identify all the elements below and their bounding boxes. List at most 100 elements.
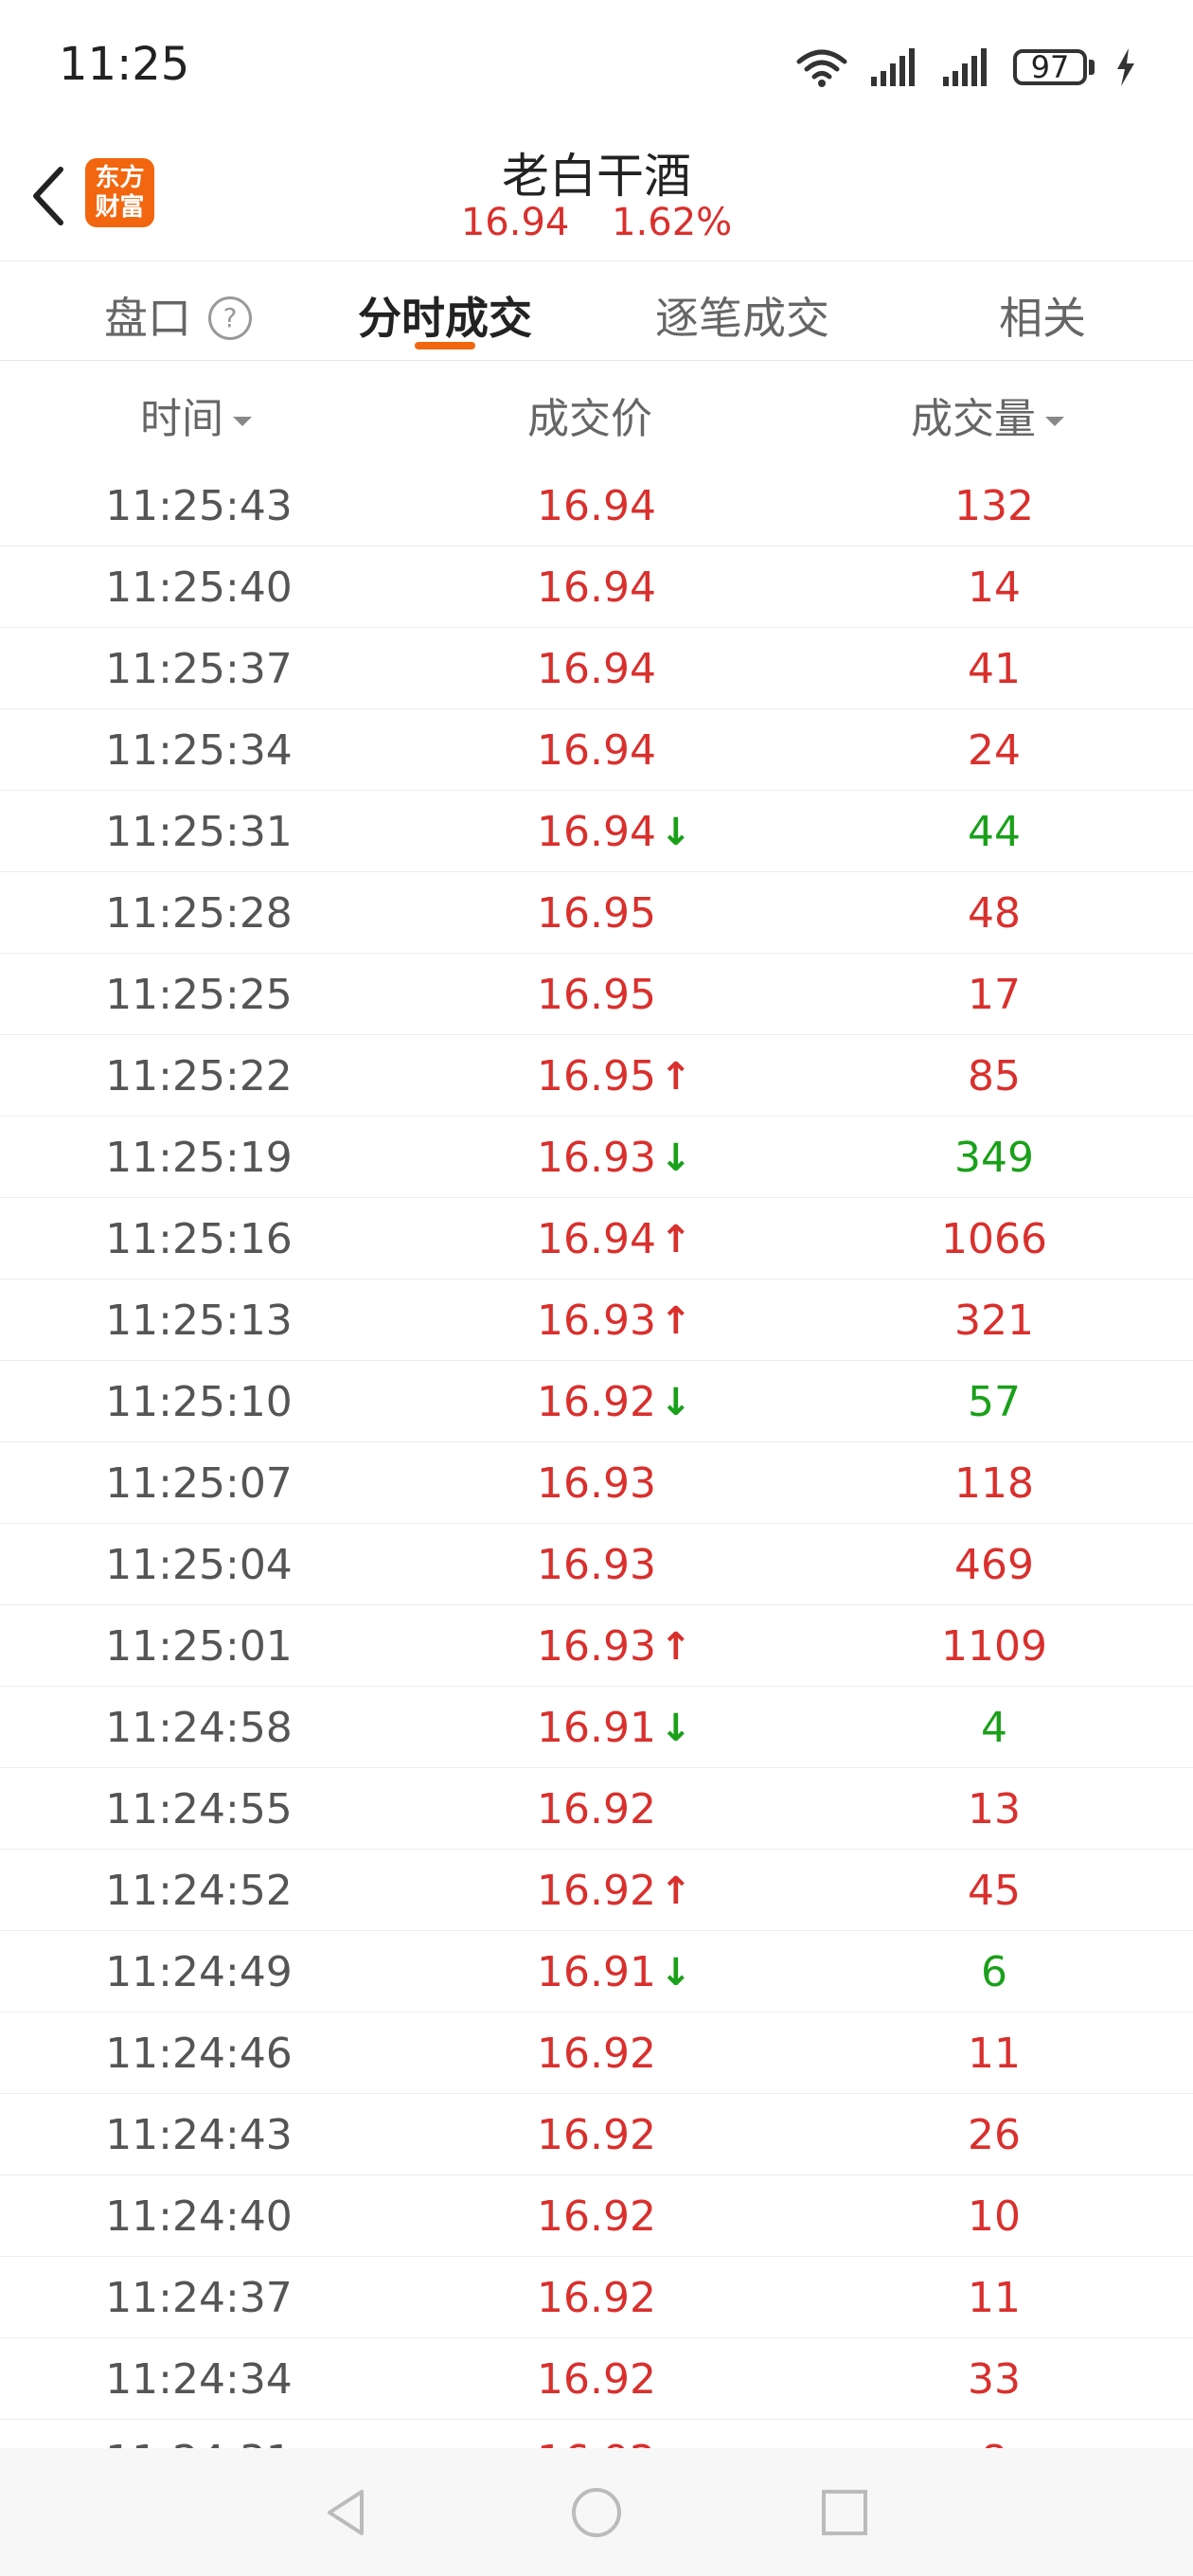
trade-volume: 10 (968, 2192, 1021, 2241)
nav-recent-icon[interactable] (816, 2484, 873, 2541)
trade-time: 11:24:49 (105, 1948, 293, 1996)
trade-price: 16.93 (537, 1541, 656, 1589)
table-row[interactable]: 11:25:40 16.94 14 (0, 546, 1193, 628)
sort-icon (1045, 417, 1064, 426)
column-time-label: 时间 (140, 395, 223, 443)
column-volume-label: 成交量 (911, 395, 1036, 443)
tab-pankou-label: 盘口 (104, 293, 191, 344)
arrow-down-icon: ↓ (659, 1707, 692, 1750)
trade-price-cell: 16.94 ↓ (473, 809, 720, 856)
trade-time: 11:24:43 (105, 2111, 293, 2159)
trade-price: 16.92 (537, 1378, 656, 1426)
system-nav-bar (0, 2448, 1193, 2576)
trade-volume: 44 (968, 808, 1021, 856)
table-row[interactable]: 11:24:49 16.91 ↓ 6 (0, 1930, 1193, 2012)
trade-price: 16.94 (537, 726, 656, 775)
sort-icon (233, 417, 252, 426)
trade-price: 16.92 (537, 2192, 656, 2241)
trade-price-cell: 16.93 ↓ (473, 1135, 720, 1182)
trade-price-cell: 16.95 ↑ (473, 1053, 720, 1100)
table-row[interactable]: 11:25:16 16.94 ↑ 1066 (0, 1197, 1193, 1279)
trade-price: 16.92 (537, 1867, 656, 1915)
table-row[interactable]: 11:24:40 16.92 10 (0, 2174, 1193, 2257)
tab-fenshi-label: 分时成交 (358, 293, 532, 344)
table-row[interactable]: 11:24:43 16.92 26 (0, 2093, 1193, 2175)
trade-time: 11:25:10 (105, 1378, 293, 1426)
trade-time: 11:25:22 (105, 1052, 293, 1100)
table-row[interactable]: 11:24:55 16.92 13 (0, 1767, 1193, 1850)
trade-price-cell: 16.94 ↑ (473, 1216, 720, 1263)
column-volume[interactable]: 成交量 (911, 385, 1064, 445)
trade-price: 16.91 (537, 1704, 656, 1752)
stock-header: 东方 财富 老白干酒 16.94 1.62% (0, 133, 1193, 260)
table-row[interactable]: 11:24:46 16.92 11 (0, 2012, 1193, 2094)
arrow-up-icon: ↑ (659, 1218, 692, 1261)
table-row[interactable]: 11:25:22 16.95 ↑ 85 (0, 1034, 1193, 1117)
tab-fenshi[interactable]: 分时成交 (358, 284, 532, 347)
trade-time: 11:24:52 (105, 1867, 293, 1915)
signal-icon (943, 48, 987, 86)
trade-time: 11:25:37 (105, 645, 293, 693)
table-row[interactable]: 11:25:13 16.93 ↑ 321 (0, 1279, 1193, 1361)
trade-volume: 11 (968, 2274, 1021, 2322)
trade-volume: 469 (954, 1541, 1034, 1589)
trade-volume: 26 (968, 2111, 1021, 2159)
trade-price-cell: 16.94 (473, 483, 720, 530)
tab-zhubi[interactable]: 逐笔成交 (655, 284, 829, 347)
trade-price-cell: 16.95 (473, 972, 720, 1019)
arrow-up-icon: ↑ (659, 1055, 692, 1099)
table-row[interactable]: 11:25:01 16.93 ↑ 1109 (0, 1604, 1193, 1687)
column-price: 成交价 (527, 385, 652, 445)
table-row[interactable]: 11:24:31 16.92 8 (0, 2419, 1193, 2449)
trade-price: 16.91 (537, 1948, 656, 1996)
table-row[interactable]: 11:25:04 16.93 469 (0, 1523, 1193, 1605)
tab-related-label: 相关 (999, 293, 1086, 344)
column-time[interactable]: 时间 (140, 385, 252, 445)
trade-price: 16.95 (537, 971, 656, 1019)
table-row[interactable]: 11:25:25 16.95 17 (0, 953, 1193, 1035)
trade-price-cell: 16.92 ↓ (473, 1379, 720, 1426)
battery-level: 97 (1013, 49, 1087, 85)
table-row[interactable]: 11:25:07 16.93 118 (0, 1441, 1193, 1524)
help-icon[interactable]: ? (208, 295, 252, 340)
trade-price: 16.92 (537, 2355, 656, 2404)
table-row[interactable]: 11:25:34 16.94 24 (0, 708, 1193, 791)
nav-back-icon[interactable] (318, 2484, 375, 2541)
table-row[interactable]: 11:24:37 16.92 11 (0, 2256, 1193, 2338)
trade-price: 16.92 (537, 2274, 656, 2322)
table-row[interactable]: 11:25:10 16.92 ↓ 57 (0, 1360, 1193, 1442)
nav-home-icon[interactable] (568, 2484, 625, 2541)
table-row[interactable]: 11:25:28 16.95 48 (0, 871, 1193, 954)
table-row[interactable]: 11:24:34 16.92 33 (0, 2337, 1193, 2420)
battery-icon: 97 (1013, 49, 1095, 85)
table-row[interactable]: 11:25:19 16.93 ↓ 349 (0, 1116, 1193, 1198)
tab-related[interactable]: 相关 (999, 284, 1086, 347)
trade-list[interactable]: 11:25:43 16.94 132 11:25:40 16.94 14 11:25:37 1… (0, 464, 1193, 2448)
arrow-up-icon: ↑ (659, 1869, 692, 1913)
trade-price-cell: 16.94 (473, 727, 720, 775)
trade-volume: 8 (852, 2438, 1136, 2449)
trade-price-cell: 16.95 (473, 890, 720, 938)
trade-volume: 85 (968, 1052, 1021, 1100)
tab-pankou[interactable]: 盘口? (104, 284, 252, 347)
trade-price-cell: 16.92 ↑ (473, 1868, 720, 1915)
arrow-up-icon: ↑ (659, 1299, 692, 1343)
trade-volume: 4 (981, 1704, 1007, 1752)
trade-price-cell: 16.94 (473, 564, 720, 612)
trade-volume: 132 (954, 482, 1034, 530)
table-row[interactable]: 11:24:58 16.91 ↓ 4 (0, 1686, 1193, 1768)
trade-price: 16.95 (537, 1052, 656, 1100)
trade-price-cell: 16.92 (473, 1786, 720, 1834)
trade-price-cell: 16.93 (473, 1542, 720, 1589)
table-row[interactable]: 11:25:31 16.94 ↓ 44 (0, 790, 1193, 872)
trade-volume: 24 (968, 726, 1021, 775)
trade-time: 11:24:40 (105, 2192, 293, 2241)
table-row[interactable]: 11:25:43 16.94 132 (0, 464, 1193, 546)
table-row[interactable]: 11:24:52 16.92 ↑ 45 (0, 1849, 1193, 1931)
trade-volume: 13 (968, 1785, 1021, 1834)
trade-price: 16.95 (537, 889, 656, 938)
trade-price: 16.94 (537, 564, 656, 612)
table-row[interactable]: 11:25:37 16.94 41 (0, 627, 1193, 709)
trade-volume: 48 (968, 889, 1021, 938)
trade-time: 11:24:34 (105, 2355, 293, 2404)
